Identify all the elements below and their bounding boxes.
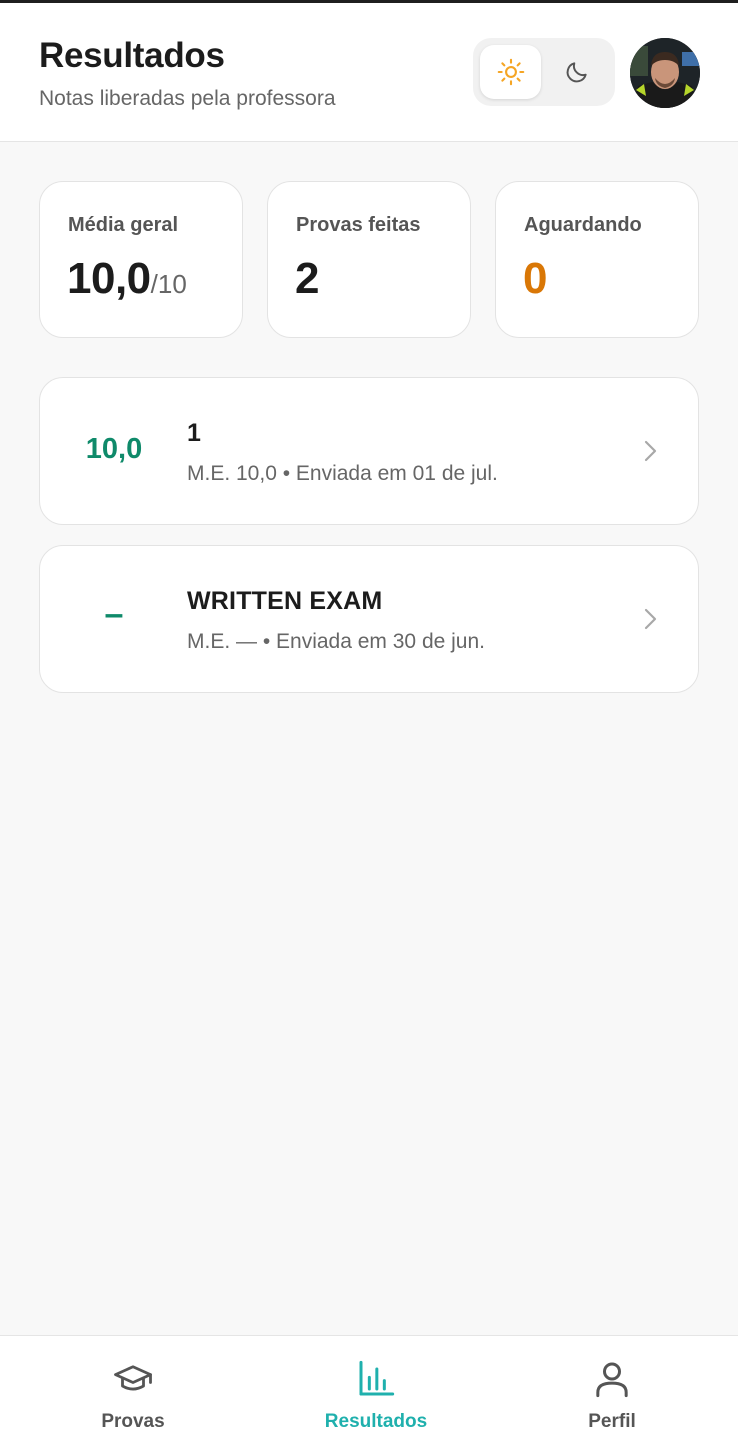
light-theme-button[interactable] — [480, 45, 541, 99]
result-item[interactable]: – WRITTEN EXAM M.E. — • Enviada em 30 de… — [39, 545, 699, 693]
sun-icon — [497, 58, 524, 86]
nav-label: Resultados — [324, 1411, 428, 1432]
nav-label: Provas — [101, 1411, 165, 1432]
exam-meta: M.E. — • Enviada em 30 de jun. — [187, 630, 485, 653]
grade-value: 10,0 — [85, 433, 143, 465]
stat-value: 2 — [295, 254, 319, 303]
graduation-cap-icon — [114, 1365, 152, 1391]
result-item[interactable]: 10,0 1 M.E. 10,0 • Enviada em 01 de jul. — [39, 377, 699, 525]
stat-value: 0 — [523, 254, 547, 303]
exam-title: 1 — [187, 419, 202, 447]
user-avatar[interactable] — [630, 38, 700, 108]
theme-toggle — [473, 38, 615, 106]
stat-label: Média geral — [68, 214, 179, 236]
user-icon — [596, 1362, 628, 1398]
moon-icon — [566, 62, 587, 83]
nav-label: Perfil — [588, 1411, 636, 1432]
stat-label: Aguardando — [524, 214, 642, 236]
stat-card-average: Média geral 10,0/10 — [39, 181, 243, 338]
dark-theme-button[interactable] — [546, 45, 607, 99]
grade-value: – — [104, 595, 124, 633]
bar-chart-icon — [359, 1360, 395, 1396]
page-title: Resultados — [39, 36, 225, 75]
stat-label: Provas feitas — [296, 214, 421, 236]
bottom-navigation: Provas Resultados Perfil — [0, 1335, 738, 1436]
nav-item-provas[interactable]: Provas — [10, 1336, 256, 1436]
average-max: /10 — [150, 269, 187, 299]
chevron-right-icon — [644, 440, 657, 462]
nav-item-perfil[interactable]: Perfil — [489, 1336, 735, 1436]
stat-card-exams-done: Provas feitas 2 — [267, 181, 471, 338]
exam-meta: M.E. 10,0 • Enviada em 01 de jul. — [187, 462, 498, 485]
page-header: Resultados Notas liberadas pela professo… — [0, 3, 738, 142]
average-value: 10,0 — [67, 254, 151, 303]
exam-title: WRITTEN EXAM — [187, 587, 383, 615]
stat-value: 10,0/10 — [67, 254, 187, 304]
page-subtitle: Notas liberadas pela professora — [39, 87, 336, 110]
nav-item-resultados[interactable]: Resultados — [253, 1336, 499, 1436]
stat-card-pending: Aguardando 0 — [495, 181, 699, 338]
chevron-right-icon — [644, 608, 657, 630]
